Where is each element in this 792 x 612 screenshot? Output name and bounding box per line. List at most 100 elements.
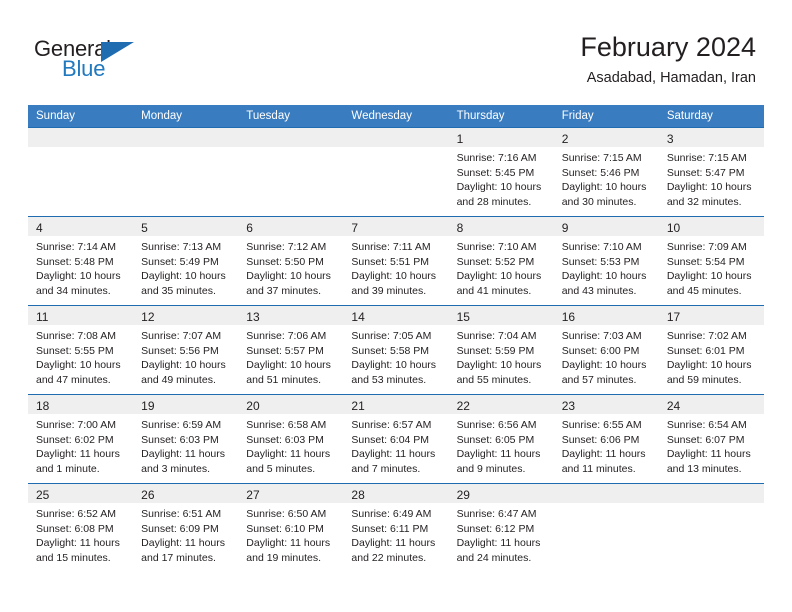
day-details: Sunrise: 7:12 AM Sunset: 5:50 PM Daylight:… — [238, 236, 343, 298]
day-details: Sunrise: 7:13 AM Sunset: 5:49 PM Daylight:… — [133, 236, 238, 298]
calendar-day-cell[interactable]: 18 Sunrise: 7:00 AM Sunset: 6:02 PM Dayligh… — [28, 394, 134, 484]
sunset-text: Sunset: 6:03 PM — [141, 433, 219, 446]
calendar-day-cell[interactable]: 3 Sunrise: 7:15 AM Sunset: 5:47 PM Daylight… — [658, 127, 764, 217]
sunset-text: Sunset: 6:02 PM — [36, 433, 114, 446]
day-number: 22 — [456, 399, 470, 413]
daylight-text-line1: Daylight: 10 hours — [666, 359, 752, 372]
day-number: 1 — [456, 132, 464, 146]
calendar-day-cell[interactable]: 4 Sunrise: 7:14 AM Sunset: 5:48 PM Daylight… — [28, 216, 134, 306]
calendar-day-cell[interactable]: 19 Sunrise: 6:59 AM Sunset: 6:03 PM Dayligh… — [133, 394, 239, 484]
day-number-band — [238, 128, 344, 147]
calendar-day-cell[interactable]: 27 Sunrise: 6:50 AM Sunset: 6:10 PM Dayligh… — [238, 483, 344, 572]
weekday-header-saturday: Saturday — [658, 105, 764, 128]
daylight-text-line1: Daylight: 10 hours — [561, 359, 647, 372]
calendar-day-cell[interactable]: 17 Sunrise: 7:02 AM Sunset: 6:01 PM Dayligh… — [658, 305, 764, 395]
day-details — [28, 147, 133, 151]
calendar-day-cell[interactable]: 25 Sunrise: 6:52 AM Sunset: 6:08 PM Dayligh… — [28, 483, 134, 572]
day-number: 18 — [36, 399, 50, 413]
calendar-day-cell[interactable]: 5 Sunrise: 7:13 AM Sunset: 5:49 PM Daylight… — [133, 216, 239, 306]
daylight-text-line1: Daylight: 11 hours — [456, 448, 541, 461]
calendar-day-cell[interactable]: 2 Sunrise: 7:15 AM Sunset: 5:46 PM Daylight… — [553, 127, 659, 217]
day-number-band: 7 — [343, 217, 449, 236]
daylight-text-line2: and 59 minutes. — [666, 373, 742, 386]
calendar-day-cell[interactable]: 20 Sunrise: 6:58 AM Sunset: 6:03 PM Dayligh… — [238, 394, 344, 484]
sunrise-text: Sunrise: 7:06 AM — [246, 330, 327, 342]
day-number-band: 2 — [553, 128, 659, 147]
sunrise-text: Sunrise: 7:15 AM — [666, 152, 747, 164]
daylight-text-line2: and 39 minutes. — [351, 284, 427, 297]
calendar-day-cell[interactable]: 23 Sunrise: 6:55 AM Sunset: 6:06 PM Dayligh… — [553, 394, 659, 484]
calendar-day-cell[interactable]: 26 Sunrise: 6:51 AM Sunset: 6:09 PM Dayligh… — [133, 483, 239, 572]
day-number-band: 21 — [343, 395, 449, 414]
calendar-day-cell[interactable]: 7 Sunrise: 7:11 AM Sunset: 5:51 PM Daylight… — [343, 216, 449, 306]
day-details: Sunrise: 7:10 AM Sunset: 5:52 PM Daylight:… — [449, 236, 554, 298]
sunset-text: Sunset: 5:57 PM — [246, 344, 324, 357]
daylight-text-line2: and 1 minute. — [36, 462, 100, 475]
daylight-text-line2: and 37 minutes. — [246, 284, 321, 297]
day-details: Sunrise: 7:05 AM Sunset: 5:58 PM Daylight:… — [343, 325, 448, 387]
sunrise-text: Sunrise: 7:08 AM — [36, 330, 116, 342]
calendar-day-cell[interactable]: 11 Sunrise: 7:08 AM Sunset: 5:55 PM Dayligh… — [28, 305, 134, 395]
sunset-text: Sunset: 6:04 PM — [351, 433, 430, 446]
day-number-band: 8 — [448, 217, 554, 236]
sunrise-text: Sunrise: 6:55 AM — [561, 419, 642, 431]
sunrise-text: Sunrise: 7:11 AM — [351, 241, 431, 253]
calendar-day-cell[interactable]: 16 Sunrise: 7:03 AM Sunset: 6:00 PM Dayligh… — [553, 305, 659, 395]
daylight-text-line2: and 5 minutes. — [246, 462, 316, 475]
day-number-band — [343, 128, 449, 147]
day-number-band: 5 — [133, 217, 239, 236]
daylight-text-line2: and 34 minutes. — [36, 284, 111, 297]
day-number: 3 — [666, 132, 674, 146]
day-details: Sunrise: 7:06 AM Sunset: 5:57 PM Daylight:… — [238, 325, 343, 387]
daylight-text-line2: and 49 minutes. — [141, 373, 216, 386]
calendar-day-cell[interactable]: 13 Sunrise: 7:06 AM Sunset: 5:57 PM Dayligh… — [238, 305, 344, 395]
day-number-band — [28, 128, 134, 147]
calendar-day-cell[interactable]: 28 Sunrise: 6:49 AM Sunset: 6:11 PM Dayligh… — [343, 483, 449, 572]
weekday-header-sunday: Sunday — [28, 105, 134, 128]
day-details: Sunrise: 7:00 AM Sunset: 6:02 PM Daylight:… — [28, 414, 133, 476]
day-number: 25 — [36, 488, 50, 502]
day-number: 4 — [36, 221, 43, 235]
day-number: 24 — [666, 399, 681, 413]
day-number-band: 1 — [448, 128, 554, 147]
calendar-day-cell[interactable]: 15 Sunrise: 7:04 AM Sunset: 5:59 PM Dayligh… — [448, 305, 554, 395]
daylight-text-line1: Daylight: 11 hours — [456, 537, 541, 550]
day-number: 12 — [141, 310, 155, 324]
day-number-band: 13 — [238, 306, 344, 325]
calendar-day-cell[interactable]: 29 Sunrise: 6:47 AM Sunset: 6:12 PM Dayligh… — [448, 483, 554, 572]
calendar-week-row: 18 Sunrise: 7:00 AM Sunset: 6:02 PM Dayligh… — [28, 394, 764, 484]
day-number: 2 — [561, 132, 569, 146]
calendar-day-cell[interactable]: 9 Sunrise: 7:10 AM Sunset: 5:53 PM Daylight… — [553, 216, 659, 306]
day-number: 23 — [561, 399, 576, 413]
day-details: Sunrise: 6:50 AM Sunset: 6:10 PM Daylight:… — [238, 503, 343, 565]
calendar-day-cell[interactable]: 21 Sunrise: 6:57 AM Sunset: 6:04 PM Dayligh… — [343, 394, 449, 484]
calendar-day-cell[interactable]: 1 Sunrise: 7:16 AM Sunset: 5:45 PM Daylight… — [448, 127, 554, 217]
daylight-text-line1: Daylight: 10 hours — [456, 270, 542, 283]
sunset-text: Sunset: 5:48 PM — [36, 255, 114, 268]
day-number: 5 — [141, 221, 148, 235]
sunset-text: Sunset: 6:03 PM — [246, 433, 324, 446]
title-block: February 2024 Asadabad, Hamadan, Iran — [580, 30, 756, 89]
day-details: Sunrise: 7:10 AM Sunset: 5:53 PM Daylight:… — [554, 236, 659, 298]
daylight-text-line1: Daylight: 10 hours — [456, 359, 542, 372]
calendar-day-cell[interactable]: 6 Sunrise: 7:12 AM Sunset: 5:50 PM Daylight… — [238, 216, 344, 306]
calendar-day-cell[interactable]: 12 Sunrise: 7:07 AM Sunset: 5:56 PM Dayligh… — [133, 305, 239, 395]
day-number: 16 — [561, 310, 576, 324]
calendar-day-cell[interactable]: 22 Sunrise: 6:56 AM Sunset: 6:05 PM Dayligh… — [448, 394, 554, 484]
calendar-day-cell[interactable]: 14 Sunrise: 7:05 AM Sunset: 5:58 PM Dayligh… — [343, 305, 449, 395]
page-header: General Blue February 2024 Asadabad, Ham… — [0, 0, 792, 105]
calendar-day-cell[interactable]: 24 Sunrise: 6:54 AM Sunset: 6:07 PM Dayligh… — [658, 394, 764, 484]
calendar-day-cell[interactable]: 8 Sunrise: 7:10 AM Sunset: 5:52 PM Daylight… — [448, 216, 554, 306]
general-blue-logo[interactable]: General Blue — [34, 36, 154, 82]
sunset-text: Sunset: 5:55 PM — [36, 344, 114, 357]
calendar-week-row: 25 Sunrise: 6:52 AM Sunset: 6:08 PM Dayligh… — [28, 483, 764, 572]
day-number: 27 — [246, 488, 260, 502]
calendar-day-cell[interactable]: 10 Sunrise: 7:09 AM Sunset: 5:54 PM Dayligh… — [658, 216, 764, 306]
sunset-text: Sunset: 6:00 PM — [561, 344, 640, 357]
day-number-band: 27 — [238, 484, 344, 503]
day-number: 13 — [246, 310, 260, 324]
daylight-text-line2: and 22 minutes. — [351, 551, 427, 564]
day-number: 28 — [351, 488, 365, 502]
sunrise-text: Sunrise: 6:58 AM — [246, 419, 327, 431]
sunset-text: Sunset: 6:08 PM — [36, 522, 114, 535]
